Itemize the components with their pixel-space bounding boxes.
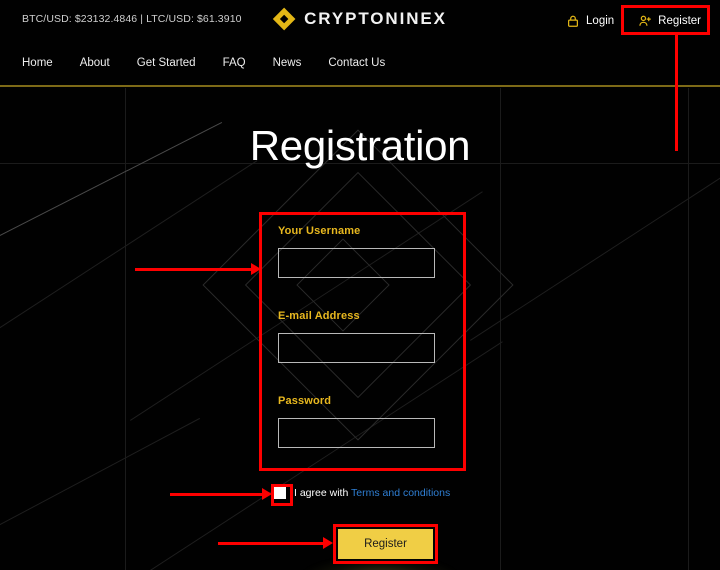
username-label: Your Username <box>278 225 361 237</box>
nav-item-home[interactable]: Home <box>22 57 53 69</box>
password-field-group: Password <box>278 395 436 448</box>
password-input[interactable] <box>278 418 435 448</box>
lock-icon <box>568 15 579 27</box>
nav-item-get-started[interactable]: Get Started <box>137 57 196 69</box>
page-title: Registration <box>249 122 471 169</box>
email-field-group: E-mail Address <box>278 310 436 363</box>
username-field-group: Your Username <box>278 225 436 278</box>
email-input[interactable] <box>278 333 435 363</box>
terms-and-conditions-link[interactable]: Terms and conditions <box>351 487 450 499</box>
nav-item-faq[interactable]: FAQ <box>223 57 246 69</box>
nav-item-about[interactable]: About <box>80 57 110 69</box>
login-button[interactable]: Login <box>557 9 623 33</box>
registration-form: Your Username E-mail Address Password <box>278 225 436 448</box>
login-label: Login <box>586 15 615 27</box>
price-ticker: BTC/USD: $23132.4846 | LTC/USD: $61.3910 <box>22 13 242 25</box>
nav-item-contact-us[interactable]: Contact Us <box>328 57 385 69</box>
register-button[interactable]: Register <box>629 9 710 33</box>
register-label: Register <box>658 15 701 27</box>
terms-agreement-row: I agree with Terms and conditions <box>274 487 450 499</box>
email-label: E-mail Address <box>278 310 360 322</box>
page-root: BTC/USD: $23132.4846 | LTC/USD: $61.3910… <box>0 0 720 570</box>
brand-name: CRYPTONINEX <box>304 9 447 28</box>
auth-actions: Login Register <box>557 9 710 33</box>
password-label: Password <box>278 395 332 407</box>
register-submit-button[interactable]: Register <box>338 529 433 559</box>
main-navigation: Home About Get Started FAQ News Contact … <box>0 41 720 87</box>
top-bar: BTC/USD: $23132.4846 | LTC/USD: $61.3910… <box>0 0 720 41</box>
terms-checkbox[interactable] <box>274 487 286 499</box>
nav-list: Home About Get Started FAQ News Contact … <box>0 41 720 85</box>
diamond-logo-icon <box>272 7 296 31</box>
terms-text: I agree with Terms and conditions <box>294 487 450 499</box>
username-input[interactable] <box>278 248 435 278</box>
terms-prefix: I agree with <box>294 487 352 499</box>
nav-item-news[interactable]: News <box>273 57 302 69</box>
brand-logo[interactable]: CRYPTONINEX <box>272 7 447 31</box>
user-plus-icon <box>639 15 652 26</box>
